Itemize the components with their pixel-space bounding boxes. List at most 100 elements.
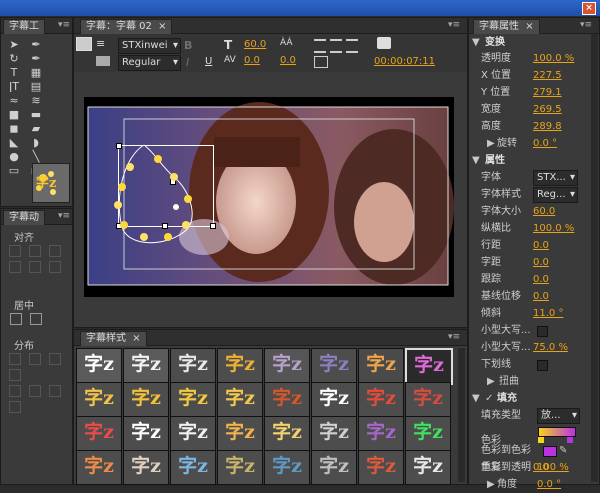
title-style-swatch[interactable]: 字z <box>76 348 122 383</box>
align-center-h-icon[interactable] <box>29 245 41 257</box>
show-video-icon[interactable] <box>377 37 391 49</box>
vertical-area-type-tool-icon[interactable]: ▤ <box>29 80 43 94</box>
templates-icon[interactable] <box>96 56 110 66</box>
align-left-icon[interactable] <box>9 245 21 257</box>
rounded-rect-tool-icon[interactable]: ▬ <box>29 108 43 122</box>
height-value[interactable]: 289.8 <box>533 118 562 135</box>
distribute-center-icon[interactable] <box>29 353 41 365</box>
ellipse-tool-icon[interactable]: ● <box>7 150 21 164</box>
fill-type-select[interactable]: 放... ▾ <box>537 408 580 424</box>
title-style-swatch[interactable]: 字z <box>217 382 263 417</box>
tab-stops-icon[interactable] <box>314 56 328 68</box>
font-family-select[interactable]: STXinwei ▾ <box>118 38 181 54</box>
title-canvas[interactable] <box>84 97 454 297</box>
rounded-rect2-tool-icon[interactable]: ▰ <box>29 122 43 136</box>
frame-tool-icon[interactable]: ▭ <box>7 164 21 178</box>
path-text-glow[interactable] <box>104 137 204 257</box>
styles-panel-menu[interactable]: ▾≡ <box>448 330 460 344</box>
font-size-value[interactable]: 60.0 <box>244 39 266 50</box>
title-style-swatch[interactable]: 字z <box>217 416 263 451</box>
title-style-swatch[interactable]: 字z <box>405 416 451 451</box>
title-style-swatch[interactable]: 字z <box>311 382 357 417</box>
distribute-left-icon[interactable] <box>9 353 21 365</box>
attributes-section[interactable]: ▼ 属性 <box>469 152 591 169</box>
smallcaps-size-value[interactable]: 75.0 % <box>533 339 568 356</box>
title-style-swatch[interactable]: 字z <box>76 416 122 451</box>
center-vertical-icon[interactable] <box>30 313 42 325</box>
clipped-rect-tool-icon[interactable]: ◼ <box>7 122 21 136</box>
baseline-value[interactable]: 0.0 <box>533 288 549 305</box>
font-size-prop-value[interactable]: 60.0 <box>533 203 555 220</box>
title-style-swatch[interactable]: 字z <box>123 416 169 451</box>
fill-check-icon[interactable]: ✓ <box>485 390 493 407</box>
styles-tab-close-icon[interactable]: × <box>132 333 140 344</box>
tab-actions[interactable]: 字幕动 <box>3 210 45 225</box>
aspect-value[interactable]: 100.0 % <box>533 220 574 237</box>
type-tool-icon[interactable]: T <box>7 66 21 80</box>
x-value[interactable]: 227.5 <box>533 67 562 84</box>
title-style-swatch[interactable]: 字z <box>170 348 216 383</box>
title-style-swatch[interactable]: 字z <box>405 348 453 385</box>
repeat-value[interactable]: 0.0 <box>533 459 549 476</box>
fill-section[interactable]: ▼ ✓ 填充 <box>469 390 591 407</box>
title-style-swatch[interactable]: 字z <box>358 348 404 383</box>
title-style-swatch[interactable]: 字z <box>405 382 451 417</box>
title-style-swatch[interactable]: 字z <box>217 348 263 383</box>
distribute-bottom-icon[interactable] <box>49 385 61 397</box>
align-middle-icon[interactable] <box>29 261 41 273</box>
title-style-swatch[interactable]: 字z <box>311 416 357 451</box>
title-style-swatch[interactable]: 字z <box>311 348 357 383</box>
wedge-tool-icon[interactable]: ◣ <box>7 136 21 150</box>
title-style-swatch[interactable]: 字z <box>217 450 263 485</box>
tab-tools[interactable]: 字幕工 <box>3 19 45 34</box>
new-title-icon[interactable] <box>76 37 92 51</box>
title-style-swatch[interactable]: 字z <box>170 450 216 485</box>
props-scrollbar[interactable] <box>591 34 598 482</box>
collapsed-triangle-icon[interactable]: ▶ <box>487 373 495 390</box>
resize-handle-br[interactable] <box>210 223 216 229</box>
kerning-prop-value[interactable]: 0.0 <box>533 254 549 271</box>
collapsed-triangle-icon[interactable]: ▶ <box>487 135 495 152</box>
vertical-path-type-tool-icon[interactable]: ≋ <box>29 94 43 108</box>
width-value[interactable]: 269.5 <box>533 101 562 118</box>
tools-panel-menu[interactable]: ▾≡ <box>58 18 70 32</box>
title-style-swatch[interactable]: 字z <box>358 416 404 451</box>
underline-button[interactable]: U <box>205 56 212 67</box>
distribute-right-icon[interactable] <box>49 353 61 365</box>
align-bottom-icon[interactable] <box>49 261 61 273</box>
title-tab-close-icon[interactable]: × <box>158 21 166 32</box>
title-style-swatch[interactable]: 字z <box>358 382 404 417</box>
color-swatch[interactable] <box>543 446 557 457</box>
title-style-swatch[interactable]: 字z <box>123 450 169 485</box>
props-tab-close-icon[interactable]: × <box>525 21 533 32</box>
title-style-swatch[interactable]: 字z <box>264 450 310 485</box>
rotate-tool-icon[interactable]: ↻ <box>7 52 21 66</box>
tab-title-styles[interactable]: 字幕样式 × <box>80 331 147 346</box>
italic-button[interactable]: I <box>186 56 189 69</box>
tab-title-02[interactable]: 字幕：字幕 02 × <box>80 19 173 34</box>
title-style-swatch[interactable]: 字z <box>311 450 357 485</box>
title-style-swatch[interactable]: 字z <box>405 450 451 485</box>
slant-value[interactable]: 11.0 ° <box>533 305 563 322</box>
vertical-type-tool-icon[interactable]: ǀT <box>7 80 21 94</box>
line-tool-icon[interactable]: ╲ <box>29 150 43 164</box>
title-style-swatch[interactable]: 字z <box>123 348 169 383</box>
leading-value[interactable]: 0.0 <box>533 237 549 254</box>
align-center-text-icon[interactable] <box>330 39 342 53</box>
color-gradient-bar[interactable] <box>538 427 576 437</box>
roll-crawl-icon[interactable]: ≡ <box>96 38 110 49</box>
align-right-text-icon[interactable] <box>346 39 358 53</box>
font-style-select[interactable]: Regular ▾ <box>118 55 181 71</box>
distribute-middle-icon[interactable] <box>29 385 41 397</box>
title-style-swatch[interactable]: 字z <box>264 382 310 417</box>
align-right-icon[interactable] <box>49 245 61 257</box>
props-panel-menu[interactable]: ▾≡ <box>580 18 592 32</box>
distribute-vspace-icon[interactable] <box>9 401 21 413</box>
arc-tool-icon[interactable]: ◗ <box>29 136 43 150</box>
eyedropper-icon[interactable]: ✎ <box>559 442 567 459</box>
title-panel-menu[interactable]: ▾≡ <box>448 18 460 32</box>
tab-title-properties[interactable]: 字幕属性 × <box>473 19 540 34</box>
title-style-swatch[interactable]: 字z <box>76 450 122 485</box>
tracking-prop-value[interactable]: 0.0 <box>533 271 549 288</box>
bold-button[interactable]: B <box>184 39 192 52</box>
